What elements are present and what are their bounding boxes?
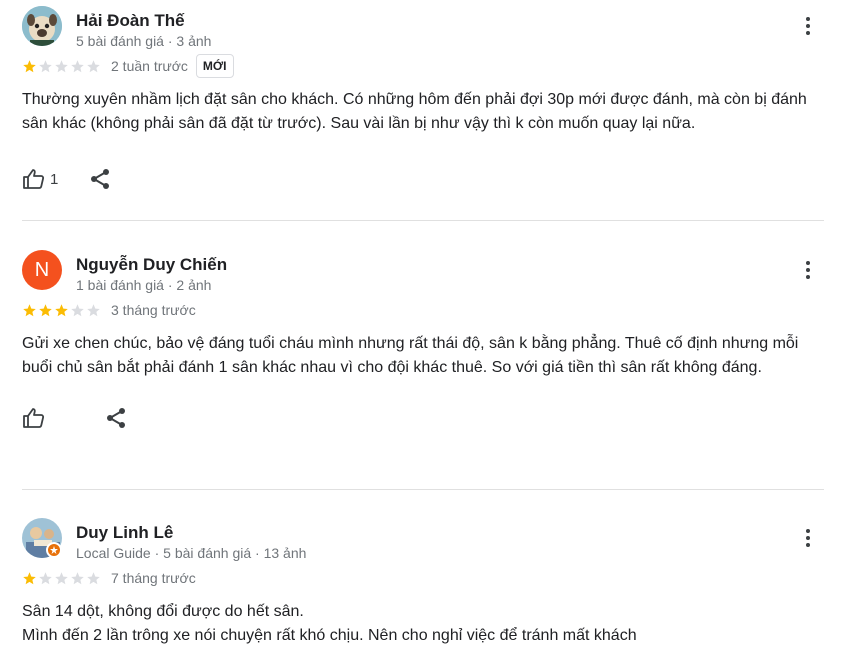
review-header: N Nguyễn Duy Chiến 1 bài đánh giá · 2 ản… xyxy=(22,250,824,296)
star-icon xyxy=(87,303,100,316)
star-icon xyxy=(71,571,84,584)
thumb-up-icon xyxy=(23,169,45,189)
review-actions xyxy=(22,402,824,434)
star-icon xyxy=(87,571,100,584)
more-vert-icon xyxy=(806,261,810,265)
share-icon xyxy=(107,408,125,428)
star-rating xyxy=(22,59,101,74)
like-button[interactable]: 1 xyxy=(22,167,58,191)
more-vert-icon xyxy=(806,529,810,533)
more-options-button[interactable] xyxy=(798,12,818,40)
review-card: N Nguyễn Duy Chiến 1 bài đánh giá · 2 ản… xyxy=(22,250,824,434)
new-badge: MỚI xyxy=(195,54,234,78)
star-icon xyxy=(23,59,36,72)
like-button[interactable] xyxy=(22,406,50,430)
thumb-up-icon xyxy=(23,408,45,428)
reviewer-name[interactable]: Duy Linh Lê xyxy=(76,523,173,543)
star-icon xyxy=(55,303,68,316)
star-icon xyxy=(55,571,68,584)
reviewer-avatar[interactable] xyxy=(22,6,62,46)
review-text: Thường xuyên nhầm lịch đặt sân cho khách… xyxy=(22,91,807,132)
reviewer-meta: 1 bài đánh giá · 2 ảnh xyxy=(76,277,212,293)
more-options-button[interactable] xyxy=(798,524,818,552)
review-card: Duy Linh Lê Local Guide · 5 bài đánh giá… xyxy=(22,518,824,648)
star-rating xyxy=(22,571,101,586)
review-actions: 1 xyxy=(22,163,824,195)
star-icon xyxy=(55,59,68,72)
review-time: 7 tháng trước xyxy=(111,570,196,586)
review-header: Duy Linh Lê Local Guide · 5 bài đánh giá… xyxy=(22,518,824,564)
more-options-button[interactable] xyxy=(798,256,818,284)
rating-row: 7 tháng trước xyxy=(22,564,824,592)
reviewer-name[interactable]: Nguyễn Duy Chiến xyxy=(76,255,227,275)
star-icon xyxy=(87,59,100,72)
review-divider xyxy=(22,489,824,490)
reviewer-meta: 5 bài đánh giá · 3 ảnh xyxy=(76,33,212,49)
share-button[interactable] xyxy=(88,167,112,191)
star-icon xyxy=(71,59,84,72)
review-text: Gửi xe chen chúc, bảo vệ đáng tuổi cháu … xyxy=(22,335,799,376)
star-icon xyxy=(39,571,52,584)
star-icon xyxy=(39,303,52,316)
reviewer-name[interactable]: Hải Đoàn Thế xyxy=(76,11,185,31)
rating-row: 3 tháng trước xyxy=(22,296,824,324)
reviewer-avatar[interactable] xyxy=(22,518,62,558)
review-card: Hải Đoàn Thế 5 bài đánh giá · 3 ảnh 2 tu… xyxy=(22,6,824,195)
share-button[interactable] xyxy=(104,406,128,430)
rating-row: 2 tuần trước MỚI xyxy=(22,52,824,80)
like-count: 1 xyxy=(50,170,59,188)
review-header: Hải Đoàn Thế 5 bài đánh giá · 3 ảnh xyxy=(22,6,824,52)
reviewer-avatar[interactable]: N xyxy=(22,250,62,290)
review-time: 2 tuần trước xyxy=(111,58,188,74)
review-text: Sân 14 dột, không đổi được do hết sân. M… xyxy=(22,603,637,644)
reviewer-meta: Local Guide · 5 bài đánh giá · 13 ảnh xyxy=(76,545,307,561)
star-icon xyxy=(39,59,52,72)
star-icon xyxy=(23,303,36,316)
more-vert-icon xyxy=(806,17,810,21)
star-rating xyxy=(22,303,101,318)
star-icon xyxy=(23,571,36,584)
share-icon xyxy=(91,169,110,189)
star-icon xyxy=(71,303,84,316)
dog-avatar xyxy=(22,6,62,46)
local-guide-icon xyxy=(46,542,62,558)
review-time: 3 tháng trước xyxy=(111,302,196,318)
review-divider xyxy=(22,220,824,221)
